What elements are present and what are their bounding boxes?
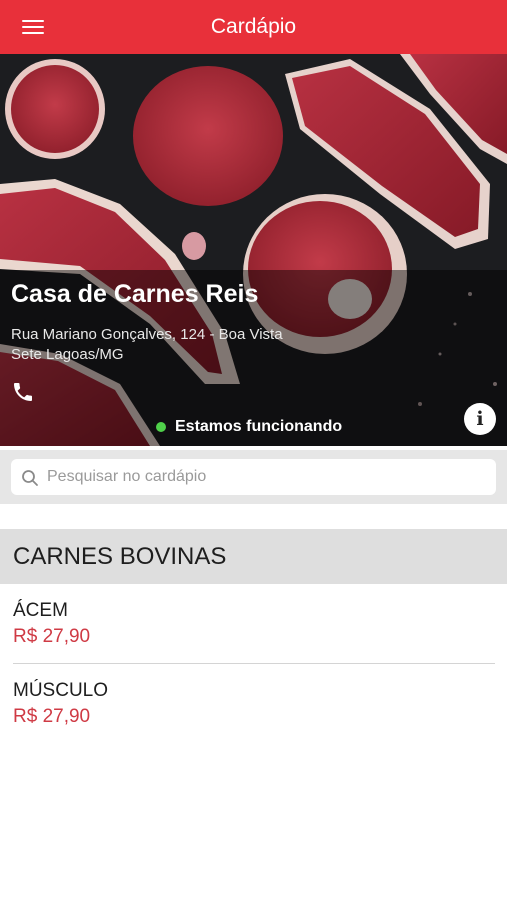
info-glyph: i bbox=[476, 408, 484, 430]
store-address-line2: Sete Lagoas/MG bbox=[11, 346, 124, 363]
menu-item-price: R$ 27,90 bbox=[13, 706, 91, 727]
search-icon bbox=[22, 470, 38, 486]
search-box[interactable] bbox=[11, 459, 496, 495]
open-status: Estamos funcionando bbox=[156, 417, 342, 437]
store-banner: Casa de Carnes Reis Rua Mariano Gonçalve… bbox=[0, 54, 507, 446]
menu-item-name: ÁCEM bbox=[13, 600, 68, 621]
menu-item-price: R$ 27,90 bbox=[13, 626, 91, 647]
menu-item[interactable]: ÁCEM R$ 27,90 bbox=[0, 584, 507, 664]
menu-item-name: MÚSCULO bbox=[13, 680, 109, 701]
category-title: CARNES BOVINAS bbox=[13, 543, 227, 570]
category-header: CARNES BOVINAS bbox=[0, 529, 507, 584]
store-name: Casa de Carnes Reis bbox=[11, 280, 259, 308]
search-bar bbox=[0, 450, 507, 504]
menu-item[interactable]: MÚSCULO R$ 27,90 bbox=[0, 664, 507, 744]
info-icon[interactable]: i bbox=[464, 403, 496, 435]
phone-icon[interactable] bbox=[11, 380, 35, 404]
store-address-line1: Rua Mariano Gonçalves, 124 - Boa Vista bbox=[11, 326, 283, 343]
status-dot-icon bbox=[156, 422, 166, 432]
page-title: Cardápio bbox=[210, 15, 297, 38]
top-app-bar: Cardápio bbox=[0, 0, 507, 54]
search-input[interactable] bbox=[47, 459, 487, 495]
status-text: Estamos funcionando bbox=[175, 418, 343, 435]
